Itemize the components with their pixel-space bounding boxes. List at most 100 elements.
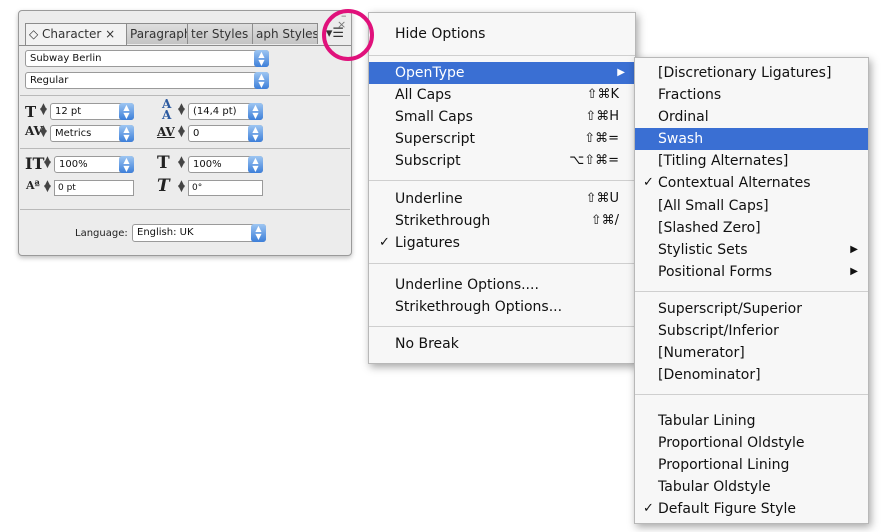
leading-field[interactable]: (14,4 pt) ▲ ▼ [188, 103, 263, 120]
menu-item-underline-options[interactable]: Underline Options.... [369, 274, 635, 296]
kerning-field[interactable]: Metrics ▲ ▼ [50, 125, 134, 142]
tracking-icon: AV [157, 125, 175, 139]
submenu-arrow-icon: ▶ [850, 266, 858, 277]
stepper-icon[interactable]: ▲ ▼ [43, 156, 52, 170]
select-arrows-icon: ▲ ▼ [119, 125, 134, 142]
menu-separator [635, 394, 868, 395]
font-size-field[interactable]: 12 pt ▲ ▼ [50, 103, 134, 120]
menu-item-ligatures[interactable]: ✓ Ligatures [369, 232, 635, 254]
stepper-icon[interactable]: ▲ ▼ [43, 180, 52, 194]
tab-paragraph-styles[interactable]: aph Styles [252, 23, 318, 44]
menu-item-proportional-lining[interactable]: Proportional Lining [635, 454, 868, 476]
shortcut-label: ⇧⌘U [585, 191, 619, 206]
font-style-select[interactable]: Regular ▲ ▼ [25, 72, 269, 89]
menu-item-label: [Titling Alternates] [658, 153, 789, 169]
select-arrows-icon: ▲ ▼ [248, 103, 263, 120]
menu-item-swash[interactable]: Swash [635, 128, 868, 150]
shortcut-label: ⇧⌘/ [590, 213, 619, 228]
stepper-icon[interactable]: ▲ ▼ [177, 125, 186, 139]
panel-tabs: ◇ Character × Paragraph ter Styles aph S… [25, 23, 318, 45]
submenu-arrow-icon: ▶ [850, 244, 858, 255]
menu-item-small-caps[interactable]: Small Caps ⇧⌘H [369, 106, 635, 128]
menu-item-strikethrough[interactable]: Strikethrough ⇧⌘/ [369, 210, 635, 232]
select-arrows-icon: ▲ ▼ [248, 156, 263, 173]
menu-item-all-small-caps[interactable]: [All Small Caps] [635, 195, 868, 217]
tracking-field[interactable]: 0 ▲ ▼ [188, 125, 263, 142]
menu-item-superscript[interactable]: Superscript ⇧⌘= [369, 128, 635, 150]
menu-item-hide-options[interactable]: Hide Options [369, 23, 635, 45]
menu-item-discretionary-ligatures[interactable]: [Discretionary Ligatures] [635, 62, 868, 84]
menu-item-label: Underline [395, 191, 463, 207]
vertical-scale-field[interactable]: 100% ▲ ▼ [54, 156, 134, 173]
menu-item-strikethrough-options[interactable]: Strikethrough Options... [369, 296, 635, 318]
divider [20, 209, 350, 210]
menu-item-default-figure-style[interactable]: ✓ Default Figure Style [635, 498, 868, 520]
menu-item-label: [All Small Caps] [658, 198, 769, 214]
menu-item-positional-forms[interactable]: Positional Forms ▶ [635, 261, 868, 283]
font-family-value: Subway Berlin [30, 53, 102, 64]
tab-character[interactable]: ◇ Character × [25, 23, 127, 45]
character-panel: – × ◇ Character × Paragraph ter Styles a… [18, 10, 352, 256]
menu-item-label: [Denominator] [658, 367, 761, 383]
language-value: English: UK [137, 227, 194, 238]
language-select[interactable]: English: UK ▲ ▼ [132, 224, 266, 242]
menu-item-superscript-superior[interactable]: Superscript/Superior [635, 298, 868, 320]
menu-separator [369, 55, 635, 56]
tab-character-styles[interactable]: ter Styles [187, 23, 253, 44]
menu-item-titling-alternates[interactable]: [Titling Alternates] [635, 150, 868, 172]
checkmark-icon: ✓ [379, 235, 390, 250]
menu-item-tabular-oldstyle[interactable]: Tabular Oldstyle [635, 476, 868, 498]
stepper-icon[interactable]: ▲ ▼ [177, 180, 186, 194]
menu-item-label: Proportional Lining [658, 457, 790, 473]
select-arrows-icon: ▲ ▼ [119, 156, 134, 173]
skew-field[interactable]: 0° [188, 180, 263, 196]
menu-item-label: Subscript [395, 153, 461, 169]
menu-item-underline[interactable]: Underline ⇧⌘U [369, 188, 635, 210]
menu-item-stylistic-sets[interactable]: Stylistic Sets ▶ [635, 239, 868, 261]
stepper-icon[interactable]: ▲ ▼ [177, 103, 186, 117]
menu-item-label: Underline Options.... [395, 277, 539, 293]
menu-item-subscript[interactable]: Subscript ⌥⇧⌘= [369, 150, 635, 172]
menu-item-subscript-inferior[interactable]: Subscript/Inferior [635, 320, 868, 342]
tab-paragraph[interactable]: Paragraph [126, 23, 188, 44]
menu-item-fractions[interactable]: Fractions [635, 84, 868, 106]
menu-item-label: Ordinal [658, 109, 709, 125]
menu-item-label: [Numerator] [658, 345, 745, 361]
menu-item-label: Contextual Alternates [658, 175, 811, 191]
menu-item-label: Swash [658, 131, 704, 147]
menu-item-slashed-zero[interactable]: [Slashed Zero] [635, 217, 868, 239]
select-arrows-icon: ▲ ▼ [251, 224, 266, 242]
divider [20, 148, 350, 149]
menu-item-opentype[interactable]: OpenType ▶ [369, 62, 635, 84]
horizontal-scale-value: 100% [193, 159, 222, 170]
menu-item-contextual-alternates[interactable]: ✓ Contextual Alternates [635, 172, 868, 194]
menu-item-label: Hide Options [395, 26, 486, 42]
menu-item-no-break[interactable]: No Break [369, 333, 635, 355]
select-arrows-icon: ▲ ▼ [248, 125, 263, 142]
baseline-shift-field[interactable]: 0 pt [54, 180, 134, 196]
menu-item-denominator[interactable]: [Denominator] [635, 364, 868, 386]
stepper-icon[interactable]: ▲ ▼ [39, 103, 48, 117]
menu-item-label: Strikethrough [395, 213, 491, 229]
menu-item-numerator[interactable]: [Numerator] [635, 342, 868, 364]
menu-item-label: [Discretionary Ligatures] [658, 65, 832, 81]
opentype-submenu: [Discretionary Ligatures] Fractions Ordi… [634, 57, 869, 524]
highlight-circle [322, 9, 374, 61]
tracking-value: 0 [193, 128, 200, 139]
horizontal-scale-field[interactable]: 100% ▲ ▼ [188, 156, 263, 173]
menu-item-label: Subscript/Inferior [658, 323, 779, 339]
menu-item-all-caps[interactable]: All Caps ⇧⌘K [369, 84, 635, 106]
menu-item-proportional-oldstyle[interactable]: Proportional Oldstyle [635, 432, 868, 454]
menu-item-label: [Slashed Zero] [658, 220, 761, 236]
font-size-value: 12 pt [55, 106, 82, 117]
menu-item-tabular-lining[interactable]: Tabular Lining [635, 410, 868, 432]
vertical-scale-value: 100% [59, 159, 88, 170]
font-family-select[interactable]: Subway Berlin ▲ ▼ [25, 50, 269, 67]
stepper-icon[interactable]: ▲ ▼ [39, 125, 48, 139]
menu-item-ordinal[interactable]: Ordinal [635, 106, 868, 128]
menu-item-label: Proportional Oldstyle [658, 435, 805, 451]
menu-item-label: Positional Forms [658, 264, 772, 280]
menu-item-label: No Break [395, 336, 459, 352]
kerning-value: Metrics [55, 128, 92, 139]
stepper-icon[interactable]: ▲ ▼ [177, 156, 186, 170]
